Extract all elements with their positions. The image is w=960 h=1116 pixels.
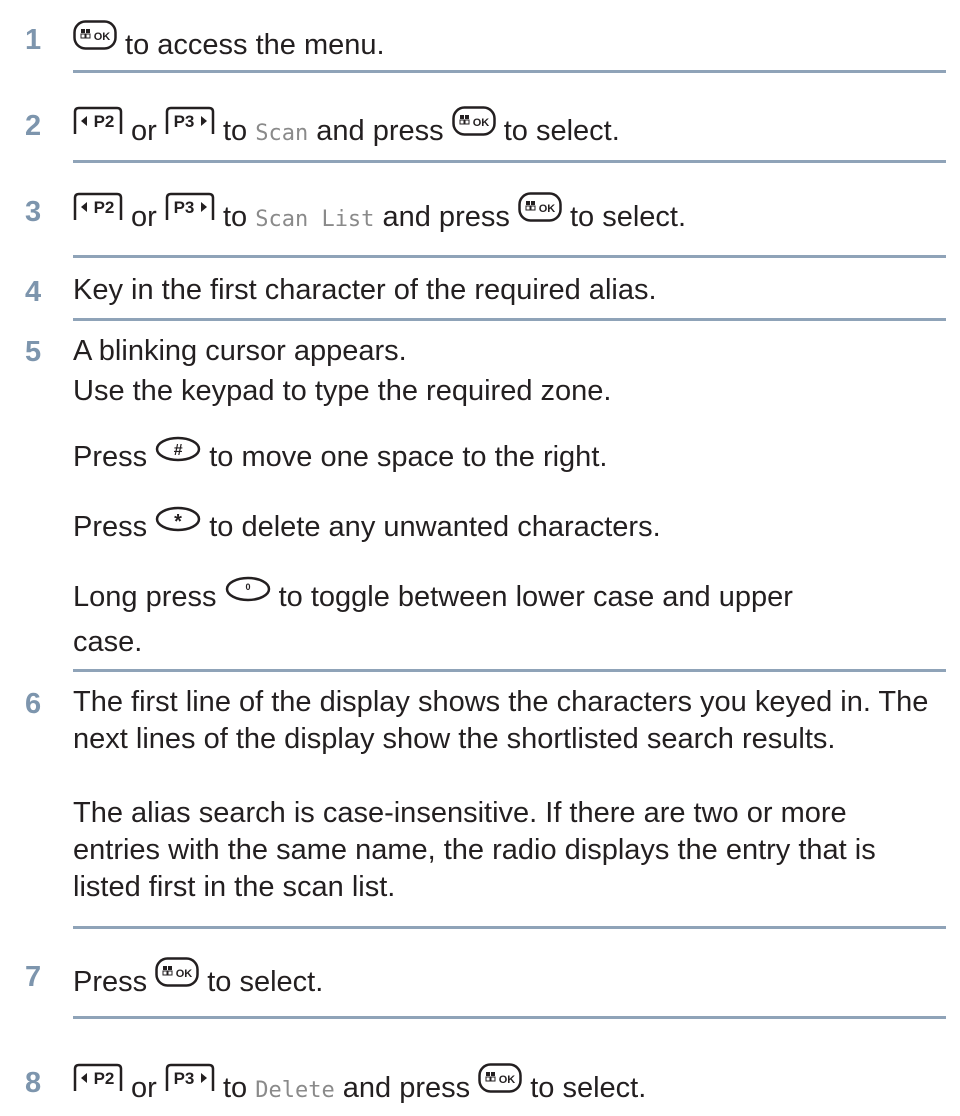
- step-number: 1: [25, 24, 42, 56]
- divider: [73, 70, 946, 73]
- svg-text:0: 0: [245, 582, 250, 592]
- step-number: 2: [25, 110, 42, 142]
- svg-text:P2: P2: [94, 1069, 115, 1088]
- p2-key-icon: P2: [73, 192, 123, 222]
- step-6-para-1: The first line of the display shows the …: [73, 686, 929, 755]
- zero-key-icon: 0: [225, 576, 271, 602]
- menu-ok-key-icon: OK: [73, 20, 117, 50]
- p3-key-icon: P3: [165, 106, 215, 136]
- step-number: 8: [25, 1067, 42, 1099]
- p2-key-icon: P2: [73, 106, 123, 136]
- svg-text:OK: OK: [472, 117, 489, 129]
- svg-text:P2: P2: [94, 112, 115, 131]
- svg-text:P3: P3: [174, 112, 195, 131]
- divider: [73, 1016, 946, 1019]
- svg-text:OK: OK: [94, 31, 111, 43]
- step-number: 7: [25, 961, 42, 993]
- step-number: 4: [25, 276, 42, 308]
- svg-text:P2: P2: [94, 198, 115, 217]
- menu-target: Scan: [255, 121, 309, 146]
- svg-text:OK: OK: [499, 1074, 516, 1086]
- divider: [73, 255, 946, 258]
- menu-ok-key-icon: OK: [478, 1063, 522, 1093]
- step-number: 6: [25, 688, 42, 720]
- svg-text:#: #: [174, 442, 183, 459]
- step-6-para-2: The alias search is case-insensitive. If…: [73, 797, 876, 903]
- menu-ok-key-icon: OK: [451, 106, 496, 136]
- p2-key-icon: P2: [73, 1063, 123, 1093]
- step-1-text: to access the menu.: [117, 29, 385, 61]
- menu-target: Scan List: [255, 207, 375, 232]
- step-number: 3: [25, 196, 42, 228]
- menu-ok-key-icon: OK: [518, 192, 562, 222]
- divider: [73, 669, 946, 672]
- step-number: 5: [25, 336, 42, 368]
- menu-target: Delete: [255, 1078, 335, 1103]
- step-5-line-1: A blinking cursor appears.: [73, 335, 407, 367]
- divider: [73, 318, 946, 321]
- svg-text:*: *: [174, 511, 182, 532]
- svg-text:P3: P3: [174, 198, 195, 217]
- divider: [73, 160, 946, 163]
- svg-text:P3: P3: [174, 1069, 195, 1088]
- step-5-line-case: case.: [73, 626, 143, 658]
- star-key-icon: *: [155, 506, 201, 532]
- svg-text:OK: OK: [539, 203, 556, 215]
- p3-key-icon: P3: [165, 1063, 215, 1093]
- step-4-text: Key in the first character of the requir…: [73, 274, 657, 306]
- p3-key-icon: P3: [165, 192, 215, 222]
- divider: [73, 926, 946, 929]
- step-5-line-2: Use the keypad to type the required zone…: [73, 375, 612, 407]
- menu-ok-key-icon: OK: [155, 957, 199, 987]
- hash-key-icon: #: [155, 436, 201, 462]
- svg-text:OK: OK: [176, 968, 193, 980]
